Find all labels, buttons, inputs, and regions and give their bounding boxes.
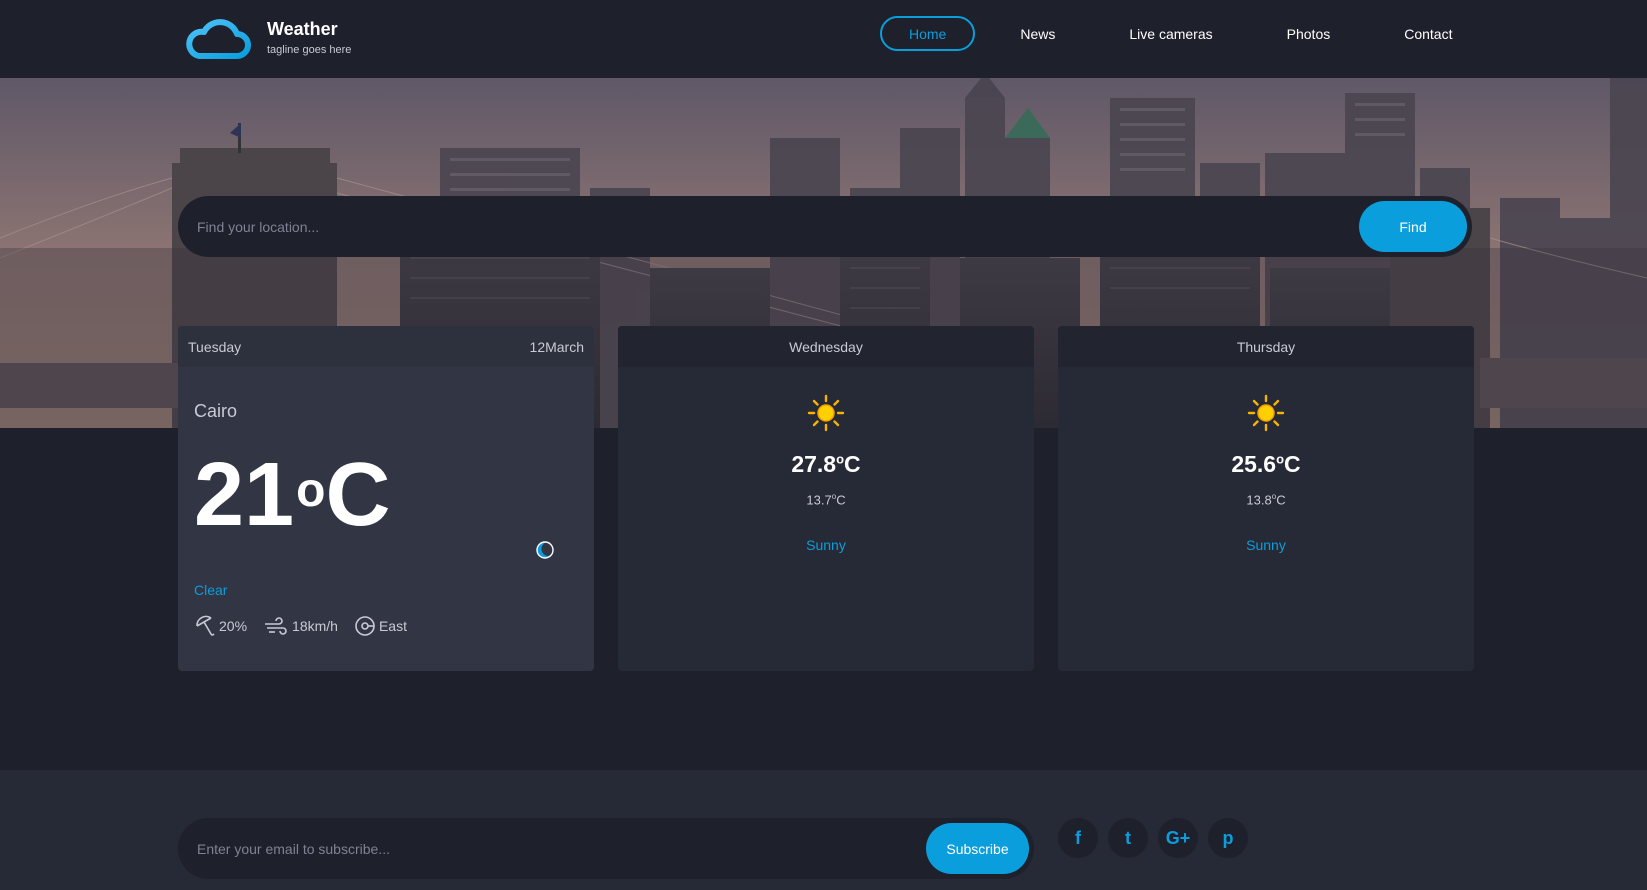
subscribe-form: Subscribe bbox=[178, 818, 1034, 879]
site-tagline: tagline goes here bbox=[267, 44, 352, 56]
social-links: f t G+ p bbox=[1058, 818, 1258, 858]
max-temp-unit: C bbox=[1284, 451, 1301, 477]
logo[interactable]: Weather tagline goes here bbox=[185, 16, 351, 60]
twitter-icon[interactable]: t bbox=[1108, 818, 1148, 858]
moon-icon bbox=[536, 541, 554, 559]
forecast-day: Wednesday bbox=[618, 326, 1034, 367]
find-button[interactable]: Find bbox=[1359, 201, 1467, 252]
today-day: Tuesday bbox=[188, 338, 242, 355]
compass-icon bbox=[355, 616, 375, 636]
today-temp-value: 21 bbox=[194, 445, 295, 545]
wind-speed-stat: 18km/h bbox=[263, 615, 338, 637]
min-temp-value: 13.7 bbox=[806, 492, 832, 508]
header: Weather tagline goes here Home News Live… bbox=[0, 0, 1647, 78]
max-temp-value: 25.6 bbox=[1231, 451, 1277, 477]
min-temp-value: 13.8 bbox=[1246, 492, 1272, 508]
forecast-day: Thursday bbox=[1058, 326, 1474, 367]
humidity-stat: 20% bbox=[194, 615, 247, 637]
max-temp-value: 27.8 bbox=[791, 451, 837, 477]
subscribe-button[interactable]: Subscribe bbox=[926, 823, 1029, 874]
umbrella-icon bbox=[196, 615, 215, 636]
degree-symbol: o bbox=[836, 451, 845, 467]
cloud-icon bbox=[186, 19, 251, 59]
today-condition: Clear bbox=[194, 582, 228, 598]
max-temp-unit: C bbox=[844, 451, 861, 477]
today-date: 12March bbox=[529, 338, 584, 355]
forecast-card-wednesday: Wednesday 27.8oC 13.7oC Sunny bbox=[618, 326, 1034, 671]
forecast-condition: Sunny bbox=[1246, 537, 1286, 554]
today-card: Tuesday 12March Cairo 21oC Clear 20% 18k… bbox=[178, 326, 594, 671]
degree-symbol: o bbox=[296, 464, 326, 517]
location-search-input[interactable] bbox=[178, 196, 1359, 257]
forecast-min-temp: 13.8oC bbox=[1058, 492, 1474, 507]
footer: Subscribe f t G+ p bbox=[0, 770, 1647, 890]
min-temp-unit: C bbox=[1276, 492, 1286, 508]
nav-home[interactable]: Home bbox=[880, 16, 976, 51]
degree-symbol: o bbox=[1276, 451, 1285, 467]
sun-icon bbox=[1247, 394, 1285, 432]
location-search: Find bbox=[178, 196, 1472, 257]
main-nav: Home News Live cameras Photos Contact bbox=[880, 16, 1497, 51]
forecast-max-temp: 27.8oC bbox=[618, 451, 1034, 478]
facebook-icon[interactable]: f bbox=[1058, 818, 1098, 858]
nav-live-cameras[interactable]: Live cameras bbox=[1100, 16, 1241, 51]
subscribe-email-input[interactable] bbox=[178, 818, 926, 879]
forecast-condition: Sunny bbox=[806, 537, 846, 554]
site-title: Weather bbox=[267, 19, 338, 39]
forecast-max-temp: 25.6oC bbox=[1058, 451, 1474, 478]
pinterest-icon[interactable]: p bbox=[1208, 818, 1248, 858]
today-card-header: Tuesday 12March bbox=[178, 326, 594, 367]
today-temp-unit: C bbox=[325, 445, 391, 545]
wind-speed-value: 18km/h bbox=[292, 618, 338, 634]
nav-news[interactable]: News bbox=[991, 16, 1084, 51]
forecast-card-thursday: Thursday 25.6oC 13.8oC Sunny bbox=[1058, 326, 1474, 671]
forecast-min-temp: 13.7oC bbox=[618, 492, 1034, 507]
sun-icon bbox=[807, 394, 845, 432]
forecast-cards: Tuesday 12March Cairo 21oC Clear 20% 18k… bbox=[178, 326, 1498, 671]
humidity-value: 20% bbox=[219, 618, 248, 634]
wind-direction-stat: East bbox=[354, 615, 407, 637]
nav-contact[interactable]: Contact bbox=[1375, 16, 1481, 51]
nav-photos[interactable]: Photos bbox=[1258, 16, 1360, 51]
today-temperature: 21oC bbox=[194, 450, 578, 540]
today-location: Cairo bbox=[194, 401, 238, 421]
wind-direction-value: East bbox=[378, 618, 407, 634]
google-plus-icon[interactable]: G+ bbox=[1158, 818, 1198, 858]
today-stats: 20% 18km/h East bbox=[194, 615, 578, 637]
min-temp-unit: C bbox=[836, 492, 846, 508]
page: Weather tagline goes here Home News Live… bbox=[0, 0, 1647, 890]
wind-icon bbox=[265, 617, 287, 635]
